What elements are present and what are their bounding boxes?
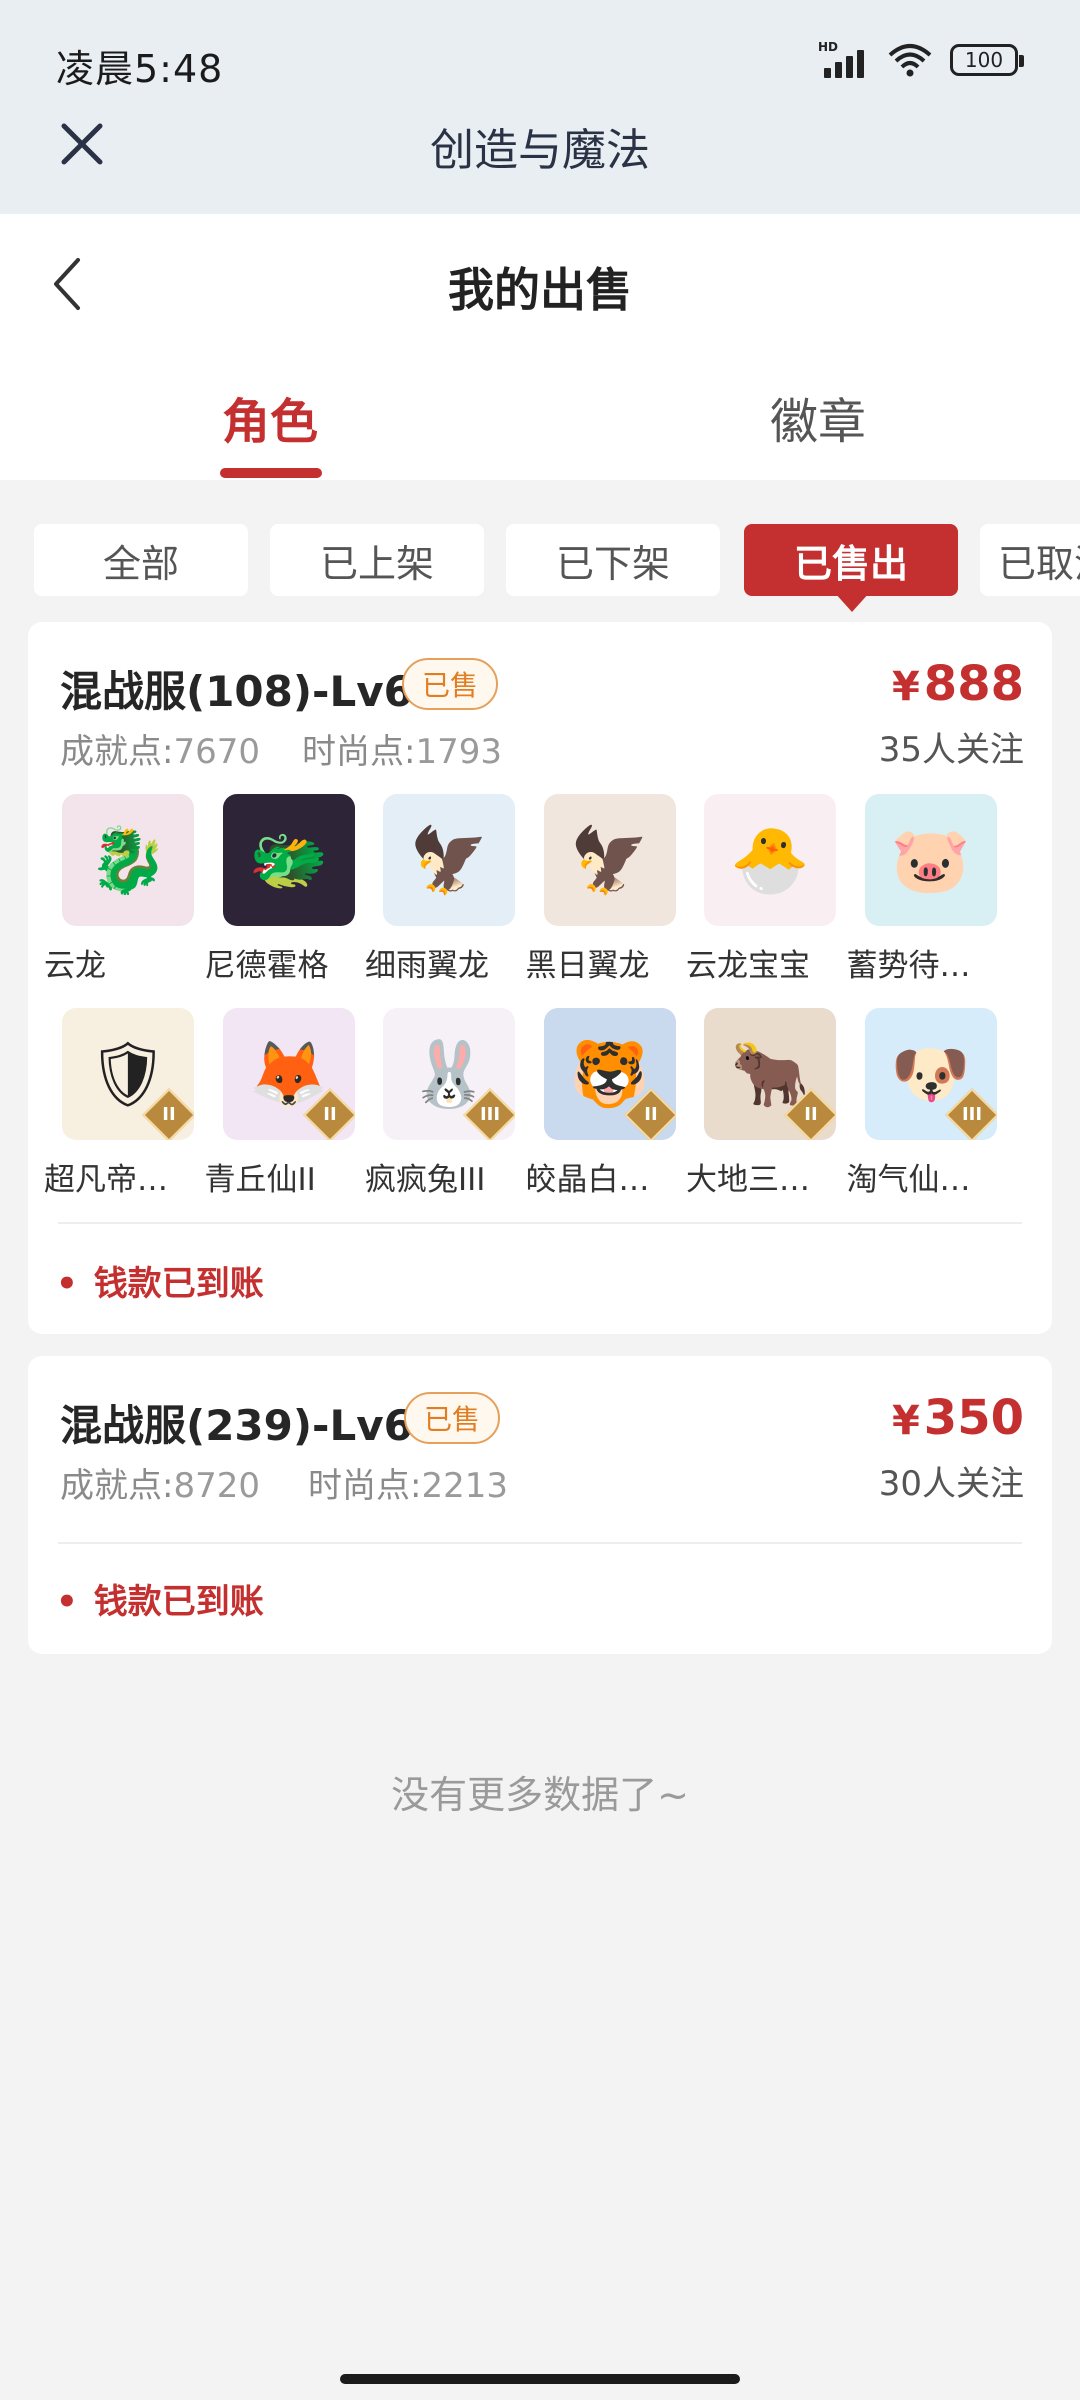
- baby-dragon-icon: 🐣: [704, 794, 836, 926]
- server-level: 混战服(239)-Lv69: [60, 1401, 443, 1450]
- signal-icon: HD: [818, 40, 870, 78]
- pet-name: 尼德霍格: [204, 948, 329, 984]
- pet-item[interactable]: 🐲 尼德霍格: [201, 794, 355, 985]
- price-value: 888: [923, 656, 1024, 712]
- page-title: 我的出售: [448, 263, 632, 317]
- pig-icon: 🐷: [864, 794, 997, 926]
- pet-item[interactable]: 🦅 黑日翼龙: [522, 794, 676, 985]
- dark-dragon-icon: 🐲: [222, 794, 355, 926]
- filter-delisted[interactable]: 已下架: [506, 524, 720, 596]
- armor-icon: 🛡 II: [62, 1008, 194, 1140]
- tiger-icon: 🐯 II: [543, 1008, 676, 1140]
- pet-item[interactable]: 🐂 II 大地三…: [682, 1008, 836, 1199]
- fashion-points: 时尚点:2213: [308, 1458, 508, 1507]
- fashion-label: 时尚点:: [302, 732, 416, 772]
- achievement-label: 成就点:: [60, 732, 174, 772]
- fashion-value: 1793: [415, 732, 502, 772]
- pet-name: 云龙: [44, 948, 106, 984]
- currency-symbol: ¥: [891, 664, 920, 710]
- filter-sold[interactable]: 已售出: [744, 524, 958, 596]
- battery-icon: 100: [950, 44, 1024, 76]
- pet-item[interactable]: 🐣 云龙宝宝: [682, 794, 836, 985]
- achievement-points: 成就点:8720: [60, 1458, 260, 1507]
- achievement-value: 8720: [173, 1466, 260, 1506]
- pet-item[interactable]: 🦅 细雨翼龙: [361, 794, 515, 985]
- pet-item[interactable]: 🛡 II 超凡帝…: [40, 1008, 194, 1199]
- achievement-value: 7670: [173, 732, 260, 772]
- pet-item[interactable]: 🐉 云龙: [40, 794, 194, 985]
- pet-name: 蓄势待…: [846, 948, 971, 984]
- sold-badge: 已售: [402, 658, 499, 710]
- dog-icon: 🐶 III: [864, 1008, 997, 1140]
- page-header: 我的出售 角色 徽章: [0, 214, 1080, 480]
- pterosaur-icon: 🦅: [543, 794, 676, 926]
- status-icons: HD 100: [818, 40, 1024, 78]
- fashion-points: 时尚点:1793: [302, 724, 502, 773]
- pet-item[interactable]: 🐯 II 皎晶白…: [522, 1008, 676, 1199]
- tab-badge[interactable]: 徽章: [770, 382, 866, 452]
- payment-status: 钱款已到账: [56, 1574, 264, 1623]
- pet-name: 超凡帝…: [44, 1162, 168, 1198]
- beast-icon: 🐂 II: [704, 1008, 836, 1140]
- home-indicator[interactable]: [340, 2374, 740, 2384]
- divider: [58, 1222, 1022, 1224]
- pterosaur-icon: 🦅: [383, 794, 515, 926]
- achievement-label: 成就点:: [60, 1466, 174, 1506]
- app-title: 创造与魔法: [430, 125, 650, 176]
- pet-name: 大地三…: [686, 1162, 810, 1198]
- currency-symbol: ¥: [891, 1398, 920, 1444]
- pet-name: 淘气仙…: [846, 1162, 971, 1198]
- battery-level: 100: [964, 48, 1004, 72]
- pet-name: 黑日翼龙: [525, 948, 650, 984]
- active-filter-pointer: [834, 592, 870, 612]
- pet-item[interactable]: 🦊 II 青丘仙II: [201, 1008, 355, 1199]
- no-more-data: 没有更多数据了~: [391, 1773, 689, 1817]
- wifi-icon: [888, 44, 932, 77]
- fashion-value: 2213: [421, 1466, 508, 1506]
- order-card[interactable]: 混战服(108)-Lv69 已售 ¥888 35人关注 成就点:7670 时尚点…: [28, 622, 1052, 1334]
- pet-name: 青丘仙II: [204, 1162, 316, 1198]
- pet-item[interactable]: 🐷 蓄势待…: [843, 794, 997, 985]
- filter-all[interactable]: 全部: [34, 524, 248, 596]
- pet-item[interactable]: 🐰 III 疯疯兔III: [361, 1008, 515, 1199]
- divider: [58, 1542, 1022, 1544]
- pet-name: 云龙宝宝: [686, 948, 810, 984]
- payment-status: 钱款已到账: [56, 1256, 264, 1305]
- tab-role[interactable]: 角色: [222, 382, 318, 452]
- achievement-points: 成就点:7670: [60, 724, 260, 773]
- server-level: 混战服(108)-Lv69: [60, 667, 443, 716]
- filter-cancelled[interactable]: 已取消: [980, 524, 1080, 596]
- rabbit-icon: 🐰 III: [383, 1008, 515, 1140]
- follow-count: 35人关注: [878, 730, 1024, 770]
- filter-listed[interactable]: 已上架: [270, 524, 484, 596]
- price-value: 350: [923, 1390, 1024, 1446]
- pet-item[interactable]: 🐶 III 淘气仙…: [843, 1008, 997, 1199]
- filter-bar: 全部 已上架 已下架 已售出 已取消: [34, 524, 1080, 600]
- pet-name: 皎晶白…: [525, 1162, 650, 1198]
- price: ¥350: [892, 1390, 1024, 1446]
- price: ¥888: [892, 656, 1024, 712]
- fox-fairy-icon: 🦊 II: [222, 1008, 355, 1140]
- sold-badge: 已售: [404, 1392, 501, 1444]
- pet-name: 疯疯兔III: [365, 1162, 486, 1198]
- status-time: 凌晨5:48: [56, 47, 224, 91]
- pet-name: 细雨翼龙: [365, 948, 489, 984]
- top-bar: 凌晨5:48 HD 100 创造与魔法: [0, 0, 1080, 214]
- order-card[interactable]: 混战服(239)-Lv69 已售 ¥350 30人关注 成就点:8720 时尚点…: [28, 1356, 1052, 1654]
- dragon-icon: 🐉: [62, 794, 194, 926]
- fashion-label: 时尚点:: [308, 1466, 422, 1506]
- follow-count: 30人关注: [878, 1464, 1024, 1504]
- tab-active-indicator: [220, 468, 322, 478]
